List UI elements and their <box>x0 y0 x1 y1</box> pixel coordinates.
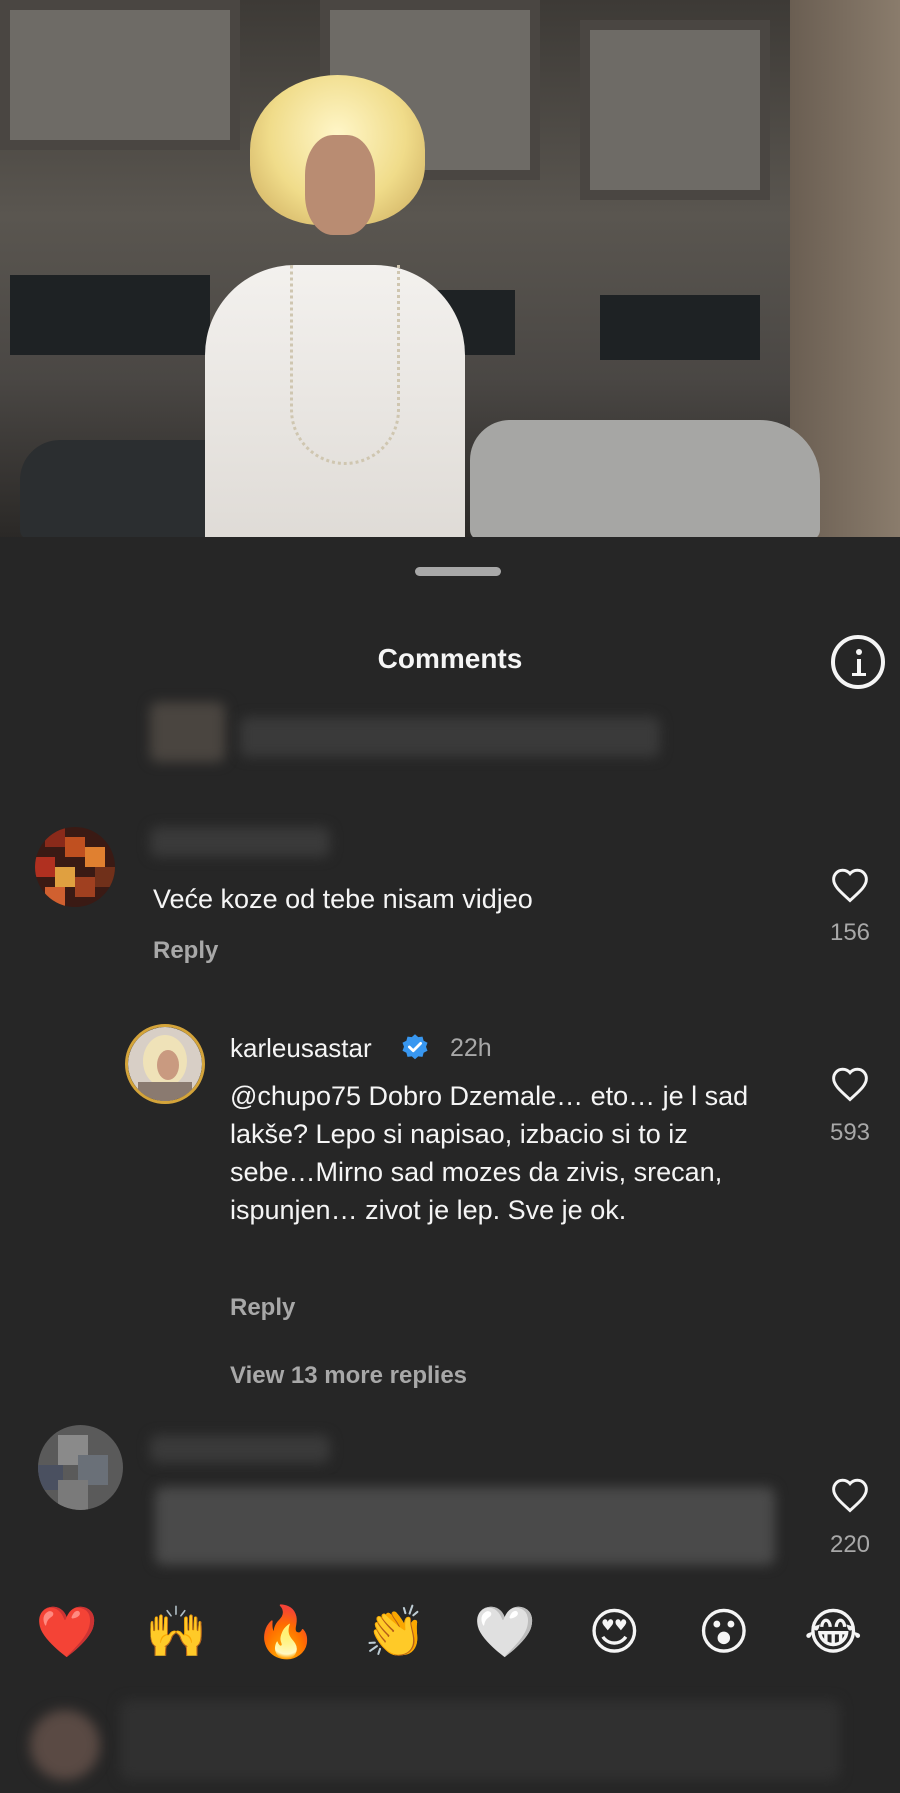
blurred-comment-text <box>240 717 660 757</box>
emoji-tears-of-joy[interactable]: 😂 <box>788 1602 878 1662</box>
background-window <box>580 20 770 200</box>
person-face <box>305 135 375 235</box>
comment-username[interactable]: karleusastar <box>230 1033 372 1064</box>
blurred-avatar <box>150 702 225 762</box>
blurred-user-avatar[interactable] <box>30 1710 100 1780</box>
comment-input[interactable] <box>120 1700 840 1780</box>
emoji-fire[interactable]: 🔥 <box>241 1602 331 1662</box>
sheet-title: Comments <box>377 643 523 674</box>
emoji-heart-eyes[interactable]: 😍 <box>569 1602 659 1662</box>
comment-text: @chupo75 Dobro Dzemale… eto… je l sad la… <box>230 1081 749 1225</box>
emoji-heart[interactable]: ❤️ <box>22 1602 112 1662</box>
comment-text: Veće koze od tebe nisam vidjeo <box>153 884 533 914</box>
background-window <box>600 295 760 360</box>
comment-timestamp: 22h <box>450 1034 492 1062</box>
info-button[interactable] <box>831 635 885 689</box>
verified-badge-icon <box>402 1034 428 1060</box>
background-window <box>10 275 210 355</box>
background-car <box>470 420 820 540</box>
emoji-raised-hands[interactable]: 🙌 <box>131 1602 221 1662</box>
like-count: 593 <box>829 1119 871 1146</box>
reply-button[interactable]: Reply <box>230 1294 295 1322</box>
drag-handle[interactable] <box>415 567 501 576</box>
heart-icon <box>832 868 868 903</box>
blurred-comment-text <box>155 1487 775 1565</box>
like-button[interactable] <box>828 1064 872 1104</box>
emoji-white-heart[interactable]: 🤍 <box>460 1602 550 1662</box>
emoji-surprised[interactable]: 😮 <box>679 1602 769 1662</box>
comment-input-bar <box>0 1660 900 1793</box>
like-button[interactable] <box>828 1475 872 1515</box>
heart-icon <box>832 1478 868 1513</box>
video-player[interactable] <box>0 0 900 540</box>
heart-icon <box>832 1067 868 1102</box>
avatar[interactable] <box>38 1425 123 1510</box>
necklace <box>290 265 400 465</box>
view-more-replies-button[interactable]: View 13 more replies <box>230 1362 467 1390</box>
reply-button[interactable]: Reply <box>153 937 218 965</box>
like-count: 156 <box>829 919 871 946</box>
blurred-username <box>150 827 330 857</box>
avatar[interactable] <box>125 1024 205 1104</box>
blurred-username <box>150 1435 330 1463</box>
background-window <box>0 0 240 150</box>
like-button[interactable] <box>828 865 872 905</box>
like-count: 220 <box>829 1531 871 1558</box>
avatar[interactable] <box>35 827 115 907</box>
emoji-clap[interactable]: 👏 <box>350 1602 440 1662</box>
